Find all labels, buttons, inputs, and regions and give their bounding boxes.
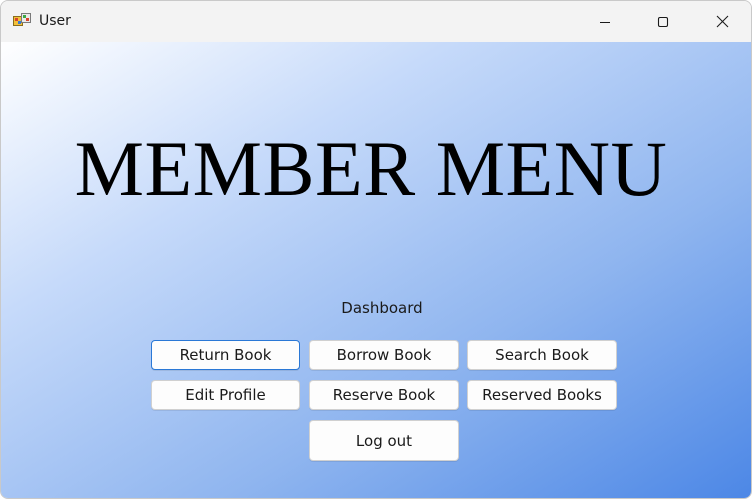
window-title: User (39, 13, 71, 29)
minimize-icon (599, 16, 611, 28)
close-icon (716, 15, 729, 28)
app-window: User MEMBER MENU Dashboard Return Book B… (0, 0, 752, 499)
return-book-button[interactable]: Return Book (151, 340, 300, 370)
minimize-button[interactable] (576, 1, 634, 42)
page-title: MEMBER MENU (74, 125, 668, 212)
dashboard-label: Dashboard (341, 299, 423, 317)
borrow-book-button[interactable]: Borrow Book (309, 340, 459, 370)
title-bar[interactable]: User (1, 1, 751, 42)
app-icon (13, 13, 31, 29)
search-book-button[interactable]: Search Book (467, 340, 617, 370)
maximize-button[interactable] (634, 1, 692, 42)
reserve-book-button[interactable]: Reserve Book (309, 380, 459, 410)
log-out-button[interactable]: Log out (309, 420, 459, 461)
close-button[interactable] (693, 1, 751, 42)
form-client-area: MEMBER MENU Dashboard Return Book Borrow… (1, 42, 751, 498)
edit-profile-button[interactable]: Edit Profile (151, 380, 300, 410)
reserved-books-button[interactable]: Reserved Books (467, 380, 617, 410)
maximize-icon (657, 16, 669, 28)
